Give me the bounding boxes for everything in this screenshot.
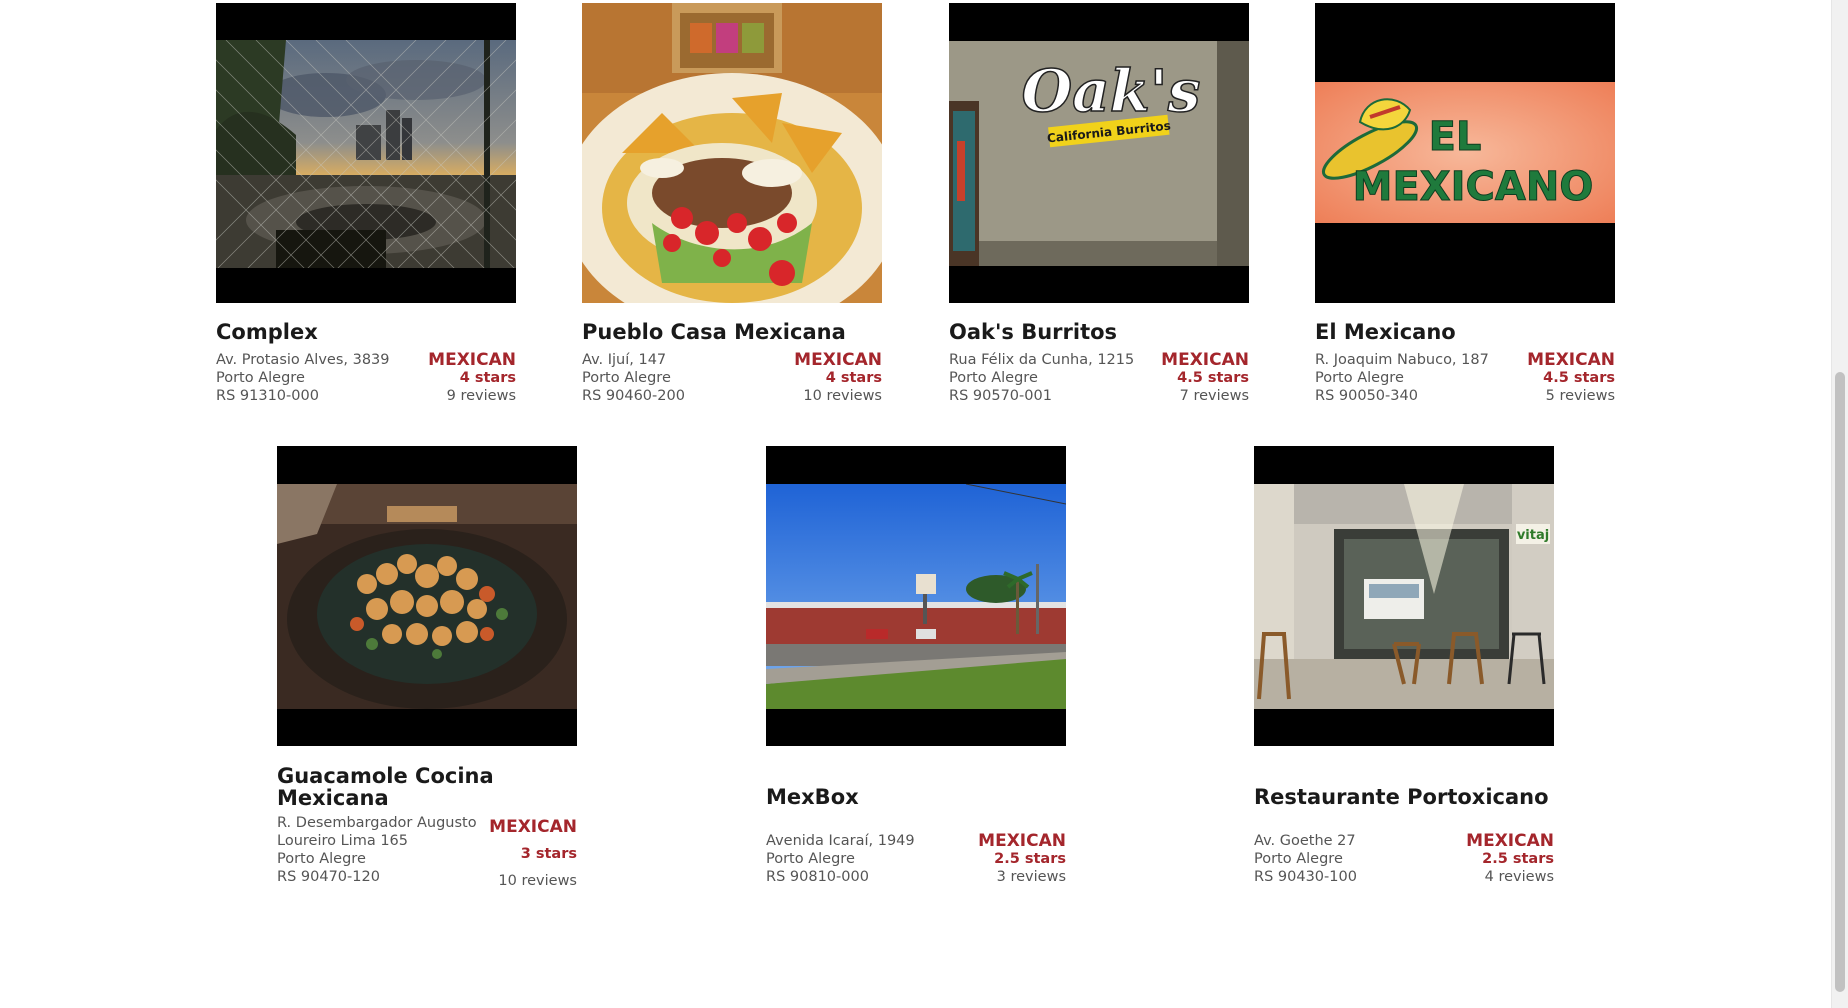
- review-count: 4 reviews: [1484, 869, 1554, 885]
- restaurant-meta: MEXICAN 4.5 stars 7 reviews: [1139, 351, 1249, 405]
- address-line: R. Joaquim Nabuco, 187: [1315, 352, 1489, 368]
- rating-label: 4.5 stars: [1543, 370, 1615, 386]
- rating-label: 2.5 stars: [994, 851, 1066, 867]
- photo-image: EL MEXICANO: [1315, 82, 1615, 223]
- category-label: MEXICAN: [794, 350, 882, 370]
- restaurant-card[interactable]: MexBox Avenida Icaraí, 1949 Porto Alegre…: [766, 446, 1066, 896]
- restaurant-address: R. Desembargador Augusto Loureiro Lima 1…: [277, 814, 477, 886]
- rating-label: 4 stars: [459, 370, 516, 386]
- photo-image: Oak's California Burritos: [949, 41, 1249, 266]
- address-line: RS 90460-200: [582, 388, 685, 404]
- restaurant-card[interactable]: EL MEXICANO El Mexicano R. Joaquim Nabuc…: [1315, 3, 1615, 405]
- el-mexicano-logo-photo[interactable]: EL MEXICANO: [1315, 3, 1615, 303]
- category-label: MEXICAN: [1466, 831, 1554, 851]
- restaurant-address: Rua Félix da Cunha, 1215 Porto Alegre RS…: [949, 351, 1149, 405]
- restaurant-card[interactable]: Pueblo Casa Mexicana Av. Ijuí, 147 Porto…: [582, 3, 882, 405]
- shrimp-dish-photo[interactable]: [277, 446, 577, 746]
- photo-image: [766, 484, 1066, 709]
- review-count: 10 reviews: [803, 388, 882, 404]
- restaurant-address: Av. Protasio Alves, 3839 Porto Alegre RS…: [216, 351, 416, 405]
- address-line: Porto Alegre: [1315, 370, 1404, 386]
- photo-image: vitaj: [1254, 484, 1554, 709]
- rating-label: 2.5 stars: [1482, 851, 1554, 867]
- address-line: Porto Alegre: [1254, 851, 1343, 867]
- restaurant-name[interactable]: MexBox: [766, 786, 1066, 808]
- review-count: 7 reviews: [1179, 388, 1249, 404]
- review-count: 5 reviews: [1545, 388, 1615, 404]
- oaks-sign-photo[interactable]: Oak's California Burritos: [949, 3, 1249, 303]
- restaurant-name[interactable]: Oak's Burritos: [949, 321, 1249, 343]
- category-label: MEXICAN: [1527, 350, 1615, 370]
- address-line: RS 90470-120: [277, 869, 380, 885]
- restaurant-name[interactable]: Pueblo Casa Mexicana: [582, 321, 882, 343]
- rating-label: 4 stars: [825, 370, 882, 386]
- address-line: Porto Alegre: [766, 851, 855, 867]
- restaurant-name[interactable]: Guacamole Cocina Mexicana: [277, 765, 507, 809]
- photo-image: [277, 484, 577, 709]
- restaurant-address: R. Joaquim Nabuco, 187 Porto Alegre RS 9…: [1315, 351, 1515, 405]
- restaurant-results-page: Complex Av. Protasio Alves, 3839 Porto A…: [0, 0, 1848, 1008]
- logo-el-text: EL: [1429, 114, 1482, 160]
- sign-logo-text: Oak's: [1022, 57, 1201, 125]
- restaurant-address: Av. Ijuí, 147 Porto Alegre RS 90460-200: [582, 351, 782, 405]
- logo-mexicano-text: MEXICANO: [1353, 164, 1594, 210]
- address-line: Porto Alegre: [277, 851, 366, 867]
- address-line: R. Desembargador Augusto: [277, 815, 477, 831]
- review-count: 9 reviews: [446, 388, 516, 404]
- restaurant-name[interactable]: Complex: [216, 321, 516, 343]
- scrollbar-thumb[interactable]: [1835, 372, 1845, 992]
- restaurant-meta: MEXICAN 2.5 stars 3 reviews: [956, 832, 1066, 886]
- category-label: MEXICAN: [1161, 350, 1249, 370]
- restaurant-card[interactable]: Oak's California Burritos Oak's Burritos…: [949, 3, 1249, 405]
- restaurant-address: Avenida Icaraí, 1949 Porto Alegre RS 908…: [766, 832, 966, 886]
- address-line: Porto Alegre: [582, 370, 671, 386]
- taco-plate-photo[interactable]: [582, 3, 882, 303]
- address-line: RS 90810-000: [766, 869, 869, 885]
- photo-image: [216, 40, 516, 268]
- sign-text: vitaj: [1517, 528, 1549, 543]
- address-line: RS 90570-001: [949, 388, 1052, 404]
- address-line: Rua Félix da Cunha, 1215: [949, 352, 1135, 368]
- page-scrollbar[interactable]: [1831, 0, 1848, 1008]
- restaurant-meta: MEXICAN 4 stars 10 reviews: [772, 351, 882, 405]
- storefront-photo[interactable]: vitaj: [1254, 446, 1554, 746]
- restaurant-name[interactable]: Restaurante Portoxicano: [1254, 786, 1554, 808]
- restaurant-meta: MEXICAN 4 stars 9 reviews: [406, 351, 516, 405]
- address-line: Av. Ijuí, 147: [582, 352, 667, 368]
- address-line: Loureiro Lima 165: [277, 833, 409, 849]
- address-line: Av. Protasio Alves, 3839: [216, 352, 390, 368]
- restaurant-card[interactable]: vitaj Restaurante Portoxicano Av. Goethe…: [1254, 446, 1554, 896]
- address-line: Porto Alegre: [216, 370, 305, 386]
- restaurant-card[interactable]: Complex Av. Protasio Alves, 3839 Porto A…: [216, 3, 516, 405]
- review-count: 3 reviews: [996, 869, 1066, 885]
- category-label: MEXICAN: [978, 831, 1066, 851]
- review-count: 10 reviews: [498, 873, 577, 889]
- address-line: Av. Goethe 27: [1254, 833, 1356, 849]
- restaurant-name[interactable]: El Mexicano: [1315, 321, 1615, 343]
- restaurant-meta: MEXICAN 3 stars 10 reviews: [467, 814, 577, 895]
- restaurant-meta: MEXICAN 2.5 stars 4 reviews: [1444, 832, 1554, 886]
- chain-fence-sunset-photo[interactable]: [216, 3, 516, 303]
- restaurant-address: Av. Goethe 27 Porto Alegre RS 90430-100: [1254, 832, 1454, 886]
- street-view-photo[interactable]: [766, 446, 1066, 746]
- category-label: MEXICAN: [489, 817, 577, 837]
- address-line: RS 91310-000: [216, 388, 319, 404]
- address-line: RS 90430-100: [1254, 869, 1357, 885]
- restaurant-card[interactable]: Guacamole Cocina Mexicana R. Desembargad…: [277, 446, 577, 896]
- address-line: Avenida Icaraí, 1949: [766, 833, 915, 849]
- address-line: RS 90050-340: [1315, 388, 1418, 404]
- address-line: Porto Alegre: [949, 370, 1038, 386]
- rating-label: 3 stars: [520, 846, 577, 862]
- restaurant-meta: MEXICAN 4.5 stars 5 reviews: [1505, 351, 1615, 405]
- category-label: MEXICAN: [428, 350, 516, 370]
- photo-image: [582, 3, 882, 303]
- rating-label: 4.5 stars: [1177, 370, 1249, 386]
